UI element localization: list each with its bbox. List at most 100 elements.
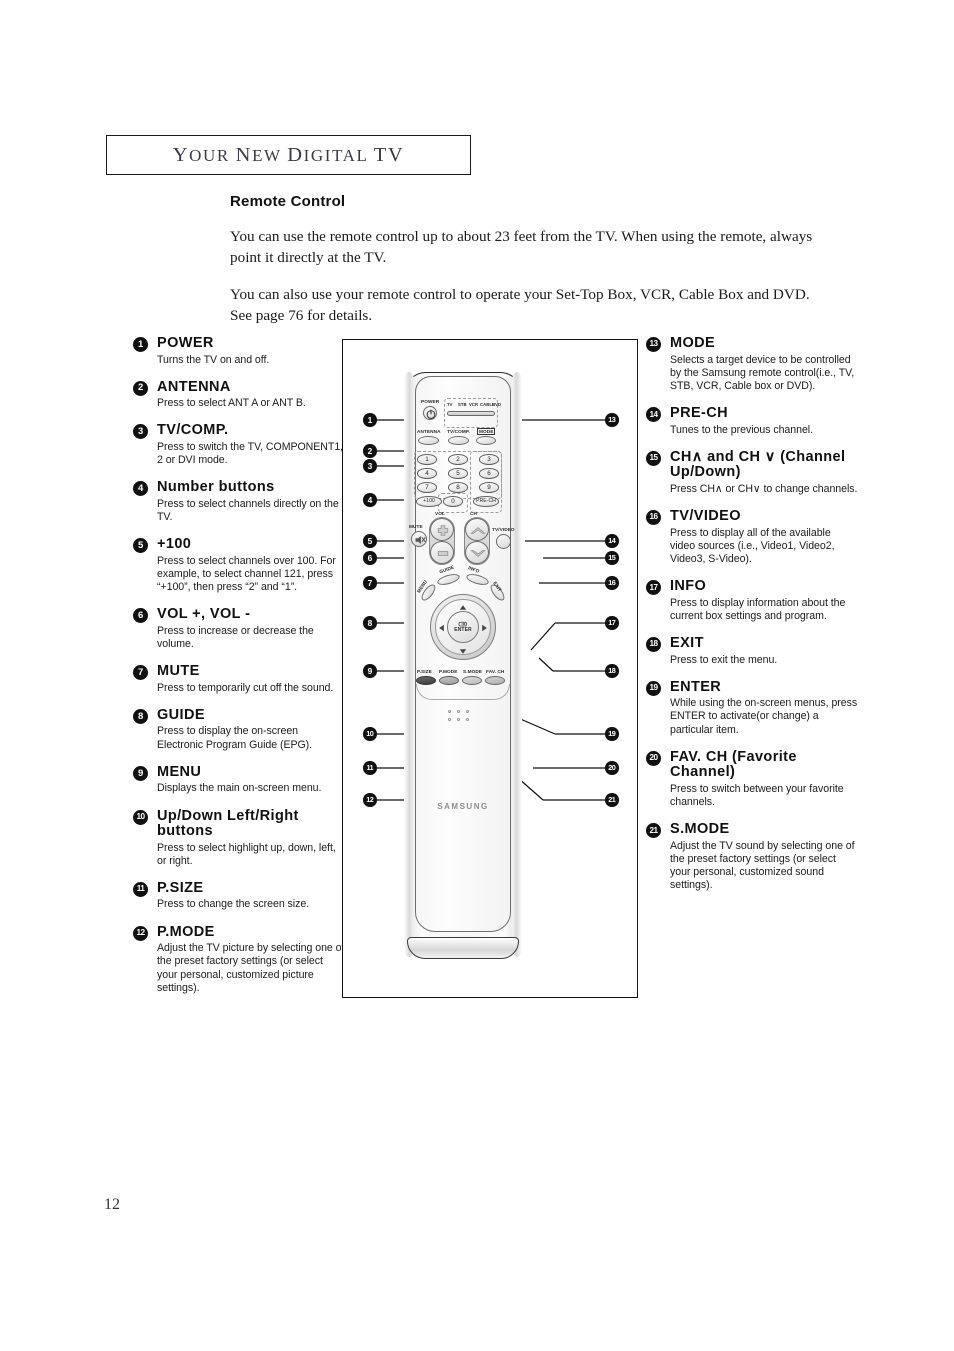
feature-description: Adjust the TV picture by selecting one o… bbox=[157, 942, 345, 994]
callout-number-badge: 11 bbox=[133, 881, 148, 897]
figure-callout-20: 20 bbox=[605, 761, 619, 775]
plus100-button[interactable]: +100 bbox=[416, 496, 442, 507]
feature-item-16: 16 TV/VIDEO Press to display all of the av… bbox=[646, 509, 858, 566]
page-header-title: YOUR NEW DIGITAL TV bbox=[172, 143, 405, 166]
chevron-up-icon bbox=[470, 527, 486, 534]
feature-description: Press to switch between your favorite ch… bbox=[670, 782, 844, 809]
feature-title: MENU bbox=[157, 763, 202, 780]
feature-description: Press to temporarily cut off the sound. bbox=[157, 681, 334, 694]
feature-item-14: 14 PRE-CH Tunes to the previous channel. bbox=[646, 406, 858, 437]
feature-title: +100 bbox=[157, 536, 192, 553]
arrow-down-icon bbox=[459, 649, 467, 654]
feature-item-19: 19 ENTER While using the on-screen menus, … bbox=[646, 679, 858, 737]
feature-description: While using the on-screen menus, press E… bbox=[670, 697, 858, 736]
feature-item-7: 7 MUTE Press to temporarily cut off the so… bbox=[133, 664, 345, 695]
enter-label: ENTER bbox=[454, 627, 472, 634]
section-heading: Remote Control bbox=[230, 193, 346, 210]
vol-up-button[interactable] bbox=[430, 518, 454, 541]
key-7[interactable]: 7 bbox=[417, 482, 437, 493]
feature-title: INFO bbox=[670, 578, 707, 595]
feature-title: TV/VIDEO bbox=[670, 508, 741, 525]
key-0[interactable]: 0 bbox=[443, 496, 463, 507]
feature-item-15: 15 CH∧ and CH ∨ (Channel Up/Down) Press CH… bbox=[646, 448, 858, 496]
intro-paragraph-2: You can also use your remote control to … bbox=[230, 286, 810, 324]
feature-title: MUTE bbox=[157, 663, 200, 680]
feature-item-20: 20 FAV. CH (Favorite Channel) Press to swi… bbox=[646, 749, 858, 809]
callout-number-badge: 20 bbox=[646, 750, 661, 766]
power-button[interactable] bbox=[423, 406, 437, 420]
feature-description: Press to change the screen size. bbox=[157, 898, 310, 911]
feature-item-9: 9 MENU Displays the main on-screen menu. bbox=[133, 763, 345, 796]
channel-down-button[interactable] bbox=[465, 541, 489, 564]
mode-label: MODE bbox=[479, 429, 494, 434]
key-2[interactable]: 2 bbox=[448, 454, 468, 465]
mute-button[interactable] bbox=[411, 531, 427, 547]
callout-number-badge: 7 bbox=[133, 665, 148, 681]
feature-title: VOL +, VOL - bbox=[157, 606, 251, 623]
tvvideo-label: TV/VIDEO bbox=[492, 527, 515, 532]
feature-title: MODE bbox=[670, 335, 716, 351]
callout-number-badge: 14 bbox=[646, 407, 661, 423]
channel-up-button[interactable] bbox=[465, 518, 489, 541]
callout-number-badge: 5 bbox=[133, 538, 148, 554]
figure-callout-18: 18 bbox=[605, 664, 619, 678]
key-9[interactable]: 9 bbox=[479, 482, 499, 493]
callout-number-badge: 16 bbox=[646, 510, 661, 526]
remote-left-bevel bbox=[404, 372, 414, 957]
key-1[interactable]: 1 bbox=[417, 454, 437, 465]
smode-label: S.MODE bbox=[463, 669, 483, 674]
feature-list-right: 13 MODE Selects a target device to be cont… bbox=[646, 335, 858, 906]
antenna-button[interactable] bbox=[418, 436, 439, 445]
feature-description: Press to select channels over 100. For e… bbox=[157, 554, 336, 594]
callout-number-badge: 8 bbox=[133, 708, 148, 724]
power-icon bbox=[426, 409, 436, 419]
remote-right-bevel bbox=[512, 372, 522, 957]
intro-paragraph-1: You can use the remote control up to abo… bbox=[230, 228, 813, 266]
nav-right-button[interactable] bbox=[478, 621, 489, 635]
prech-button[interactable]: PRE-CH bbox=[473, 496, 499, 507]
favch-label: FAV. CH bbox=[486, 669, 505, 674]
figure-callout-16: 16 bbox=[605, 576, 619, 590]
mode-indicator-bar bbox=[447, 411, 495, 416]
mode-device-dvd: DVD bbox=[492, 402, 502, 407]
feature-title: POWER bbox=[157, 335, 214, 351]
tvvideo-button[interactable] bbox=[496, 534, 511, 549]
key-4[interactable]: 4 bbox=[417, 468, 437, 479]
callout-number-badge: 6 bbox=[133, 608, 148, 624]
feature-description: Press to switch the TV, COMPONENT1, 2 or… bbox=[157, 440, 344, 467]
feature-description: Tunes to the previous channel. bbox=[670, 423, 813, 436]
nav-down-button[interactable] bbox=[456, 643, 470, 654]
feature-item-12: 12 P.MODE Adjust the TV picture by selecti… bbox=[133, 924, 345, 995]
key-8[interactable]: 8 bbox=[448, 482, 468, 493]
feature-title: CH∧ and CH ∨ (Channel Up/Down) bbox=[670, 448, 846, 481]
feature-description: Press to select channels directly on the… bbox=[157, 497, 339, 524]
page-header-box: YOUR NEW DIGITAL TV bbox=[106, 135, 471, 175]
callout-number-badge: 17 bbox=[646, 580, 661, 596]
key-5[interactable]: 5 bbox=[448, 468, 468, 479]
minus-icon bbox=[437, 551, 449, 556]
figure-callout-12: 12 bbox=[363, 793, 377, 807]
feature-title: Number buttons bbox=[157, 479, 275, 496]
figure-callout-4: 4 bbox=[363, 493, 377, 507]
feature-list-left: 1 POWER Turns the TV on and off. 2 ANTENNA Pr… bbox=[133, 335, 345, 1008]
feature-item-2: 2 ANTENNA Press to select ANT A or ANT B. bbox=[133, 379, 345, 411]
key-3[interactable]: 3 bbox=[479, 454, 499, 465]
remote-control-device: POWER TV STB VCR CABLE DVD ANTENNA TV/COMP. … bbox=[404, 372, 522, 959]
feature-title: Up/Down Left/Right buttons bbox=[157, 807, 299, 840]
callout-number-badge: 2 bbox=[133, 380, 148, 396]
psize-label: P.SIZE bbox=[417, 669, 432, 674]
feature-item-17: 17 INFO Press to display information about… bbox=[646, 579, 858, 623]
figure-callout-21: 21 bbox=[605, 793, 619, 807]
mode-button[interactable] bbox=[476, 436, 496, 445]
enter-button[interactable]: ENTER bbox=[447, 611, 479, 643]
figure-callout-15: 15 bbox=[605, 551, 619, 565]
faceplate-divider bbox=[416, 684, 510, 700]
callout-number-badge: 15 bbox=[646, 450, 661, 466]
key-6[interactable]: 6 bbox=[479, 468, 499, 479]
feature-description: Press to increase or decrease the volume… bbox=[157, 624, 314, 651]
tvcomp-button[interactable] bbox=[448, 436, 469, 445]
feature-item-11: 11 P.SIZE Press to change the screen size. bbox=[133, 880, 345, 912]
feature-item-10: 10 Up/Down Left/Right buttons Press to sel… bbox=[133, 807, 345, 868]
vol-down-button[interactable] bbox=[430, 541, 454, 564]
figure-callout-14: 14 bbox=[605, 534, 619, 548]
